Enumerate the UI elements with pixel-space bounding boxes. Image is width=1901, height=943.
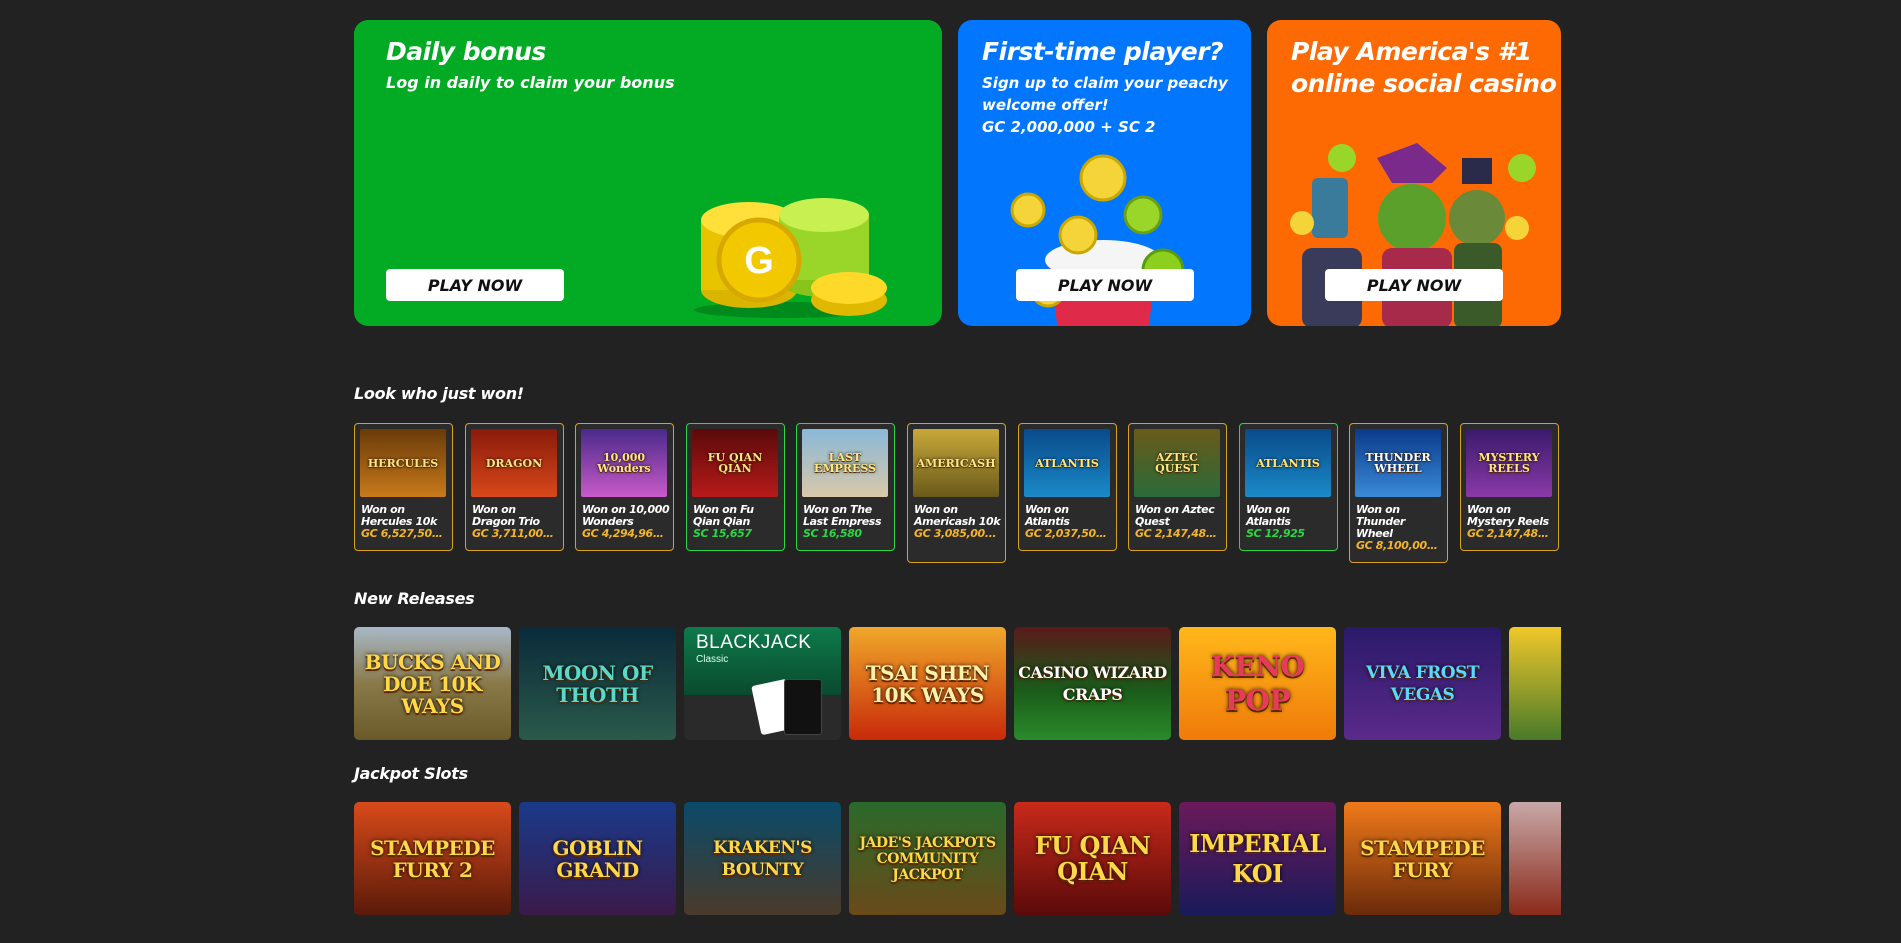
winner-game-thumbnail: THUNDER WHEEL <box>1355 429 1441 497</box>
game-tile[interactable]: KENO POP <box>1179 627 1336 740</box>
winner-amount: SC 16,580 <box>803 528 862 540</box>
new-releases-title: New Releases <box>354 589 475 608</box>
winner-game-thumbnail: AMERICASH <box>913 429 999 497</box>
winner-amount: GC 2,147,483,... <box>1135 528 1223 540</box>
winner-card[interactable]: AZTEC QUEST Won on Aztec Quest GC 2,147,4… <box>1128 423 1227 551</box>
winner-text: Won on Thunder Wheel <box>1356 503 1405 540</box>
winner-game-thumbnail: LAST EMPRESS <box>802 429 888 497</box>
first-time-player-subtitle: Sign up to claim your peachy welcome off… <box>982 74 1228 136</box>
winner-text: Won on Mystery Reels <box>1467 503 1549 528</box>
winner-amount: GC 3,711,000,... <box>472 528 560 540</box>
social-casino-play-button[interactable]: PLAY NOW <box>1325 269 1503 301</box>
winners-carousel: HERCULES Won on Hercules 10k GC 6,527,500… <box>354 423 1561 563</box>
daily-bonus-subtitle: Log in daily to claim your bonus <box>386 73 675 92</box>
winner-card[interactable]: AMERICASH Won on Americash 10k GC 3,085,0… <box>907 423 1006 563</box>
game-tile[interactable]: D <box>1509 802 1561 915</box>
winner-card[interactable]: DRAGON Won on Dragon Trio GC 3,711,000,..… <box>465 423 564 551</box>
winner-card[interactable]: HERCULES Won on Hercules 10k GC 6,527,500… <box>354 423 453 551</box>
winner-card[interactable]: THUNDER WHEEL Won on Thunder Wheel GC 8,1… <box>1349 423 1448 563</box>
winner-amount: SC 12,925 <box>1246 528 1305 540</box>
promo-banners: Daily bonus Log in daily to claim your b… <box>354 20 1561 326</box>
winner-text: Won on Atlantis <box>1246 503 1291 528</box>
winner-card[interactable]: 10,000 Wonders Won on 10,000 Wonders GC 4… <box>575 423 674 551</box>
game-tile[interactable]: STAMPEDE FURY <box>1344 802 1501 915</box>
game-tile[interactable]: STAMPEDE FURY 2 <box>354 802 511 915</box>
winner-text: Won on 10,000 Wonders <box>582 503 670 528</box>
winner-game-thumbnail: DRAGON <box>471 429 557 497</box>
playing-card-icon <box>784 679 822 735</box>
winner-amount: GC 2,037,500... <box>1025 528 1113 540</box>
new-releases-row: BUCKS AND DOE 10K WAYS MOON OF THOTH BLA… <box>354 627 1561 740</box>
winners-section-title: Look who just won! <box>354 384 524 403</box>
winner-card[interactable]: LAST EMPRESS Won on The Last Empress SC 1… <box>796 423 895 551</box>
svg-text:G: G <box>744 240 774 282</box>
game-tile[interactable]: AM <box>1509 627 1561 740</box>
winner-game-thumbnail: ATLANTIS <box>1245 429 1331 497</box>
game-tile[interactable]: MOON OF THOTH <box>519 627 676 740</box>
game-tile[interactable]: JADE'S JACKPOTS COMMUNITY JACKPOT <box>849 802 1006 915</box>
winner-text: Won on Atlantis <box>1025 503 1070 528</box>
game-tile[interactable]: FU QIAN QIAN <box>1014 802 1171 915</box>
daily-bonus-play-button[interactable]: PLAY NOW <box>386 269 564 301</box>
winner-card[interactable]: MYSTERY REELS Won on Mystery Reels GC 2,1… <box>1460 423 1559 551</box>
winner-game-thumbnail: AZTEC QUEST <box>1134 429 1220 497</box>
winner-amount: GC 3,085,00... <box>914 528 997 540</box>
winner-text: Won on Hercules 10k <box>361 503 437 528</box>
game-tile[interactable]: IMPERIAL KOI <box>1179 802 1336 915</box>
winner-amount: GC 2,147,483,... <box>1467 528 1555 540</box>
winner-card[interactable]: FU QIAN QIAN Won on Fu Qian Qian SC 15,65… <box>686 423 785 551</box>
winner-amount: GC 6,527,500... <box>361 528 449 540</box>
winner-amount: GC 8,100,000... <box>1356 540 1444 552</box>
social-casino-title: Play America's #1 online social casino <box>1291 37 1557 98</box>
winner-game-thumbnail: MYSTERY REELS <box>1466 429 1552 497</box>
first-time-player-play-button[interactable]: PLAY NOW <box>1016 269 1194 301</box>
winner-text: Won on The Last Empress <box>803 503 882 528</box>
game-tile[interactable]: GOBLIN GRAND <box>519 802 676 915</box>
jackpot-slots-title: Jackpot Slots <box>354 764 468 783</box>
winner-text: Won on Dragon Trio <box>472 503 540 528</box>
jackpot-slots-row: STAMPEDE FURY 2 GOBLIN GRAND KRAKEN'S BO… <box>354 802 1561 915</box>
winner-card[interactable]: ATLANTIS Won on Atlantis SC 12,925 <box>1239 423 1338 551</box>
coins-stack-illustration: G <box>694 198 887 318</box>
winner-game-thumbnail: HERCULES <box>360 429 446 497</box>
game-tile[interactable]: KRAKEN'S BOUNTY <box>684 802 841 915</box>
daily-bonus-banner[interactable]: Daily bonus Log in daily to claim your b… <box>354 20 942 326</box>
winner-text: Won on Americash 10k <box>914 503 1001 528</box>
winner-game-thumbnail: FU QIAN QIAN <box>692 429 778 497</box>
game-tile[interactable]: VIVA FROST VEGAS <box>1344 627 1501 740</box>
first-time-player-banner[interactable]: First-time player? Sign up to claim your… <box>958 20 1251 326</box>
game-tile[interactable]: BUCKS AND DOE 10K WAYS <box>354 627 511 740</box>
winner-amount: GC 4,294,967... <box>582 528 670 540</box>
winner-game-thumbnail: 10,000 Wonders <box>581 429 667 497</box>
first-time-player-title: First-time player? <box>982 37 1224 66</box>
social-casino-banner[interactable]: Play America's #1 online social casino P… <box>1267 20 1561 326</box>
game-tile[interactable]: TSAI SHEN 10K WAYS <box>849 627 1006 740</box>
winner-amount: SC 15,657 <box>693 528 752 540</box>
winner-text: Won on Aztec Quest <box>1135 503 1215 528</box>
winner-game-thumbnail: ATLANTIS <box>1024 429 1110 497</box>
game-tile[interactable]: CASINO WIZARD CRAPS <box>1014 627 1171 740</box>
daily-bonus-title: Daily bonus <box>386 37 546 66</box>
winner-text: Won on Fu Qian Qian <box>693 503 754 528</box>
game-tile[interactable]: BLACKJACK Classic <box>684 627 841 740</box>
winner-card[interactable]: ATLANTIS Won on Atlantis GC 2,037,500... <box>1018 423 1117 551</box>
